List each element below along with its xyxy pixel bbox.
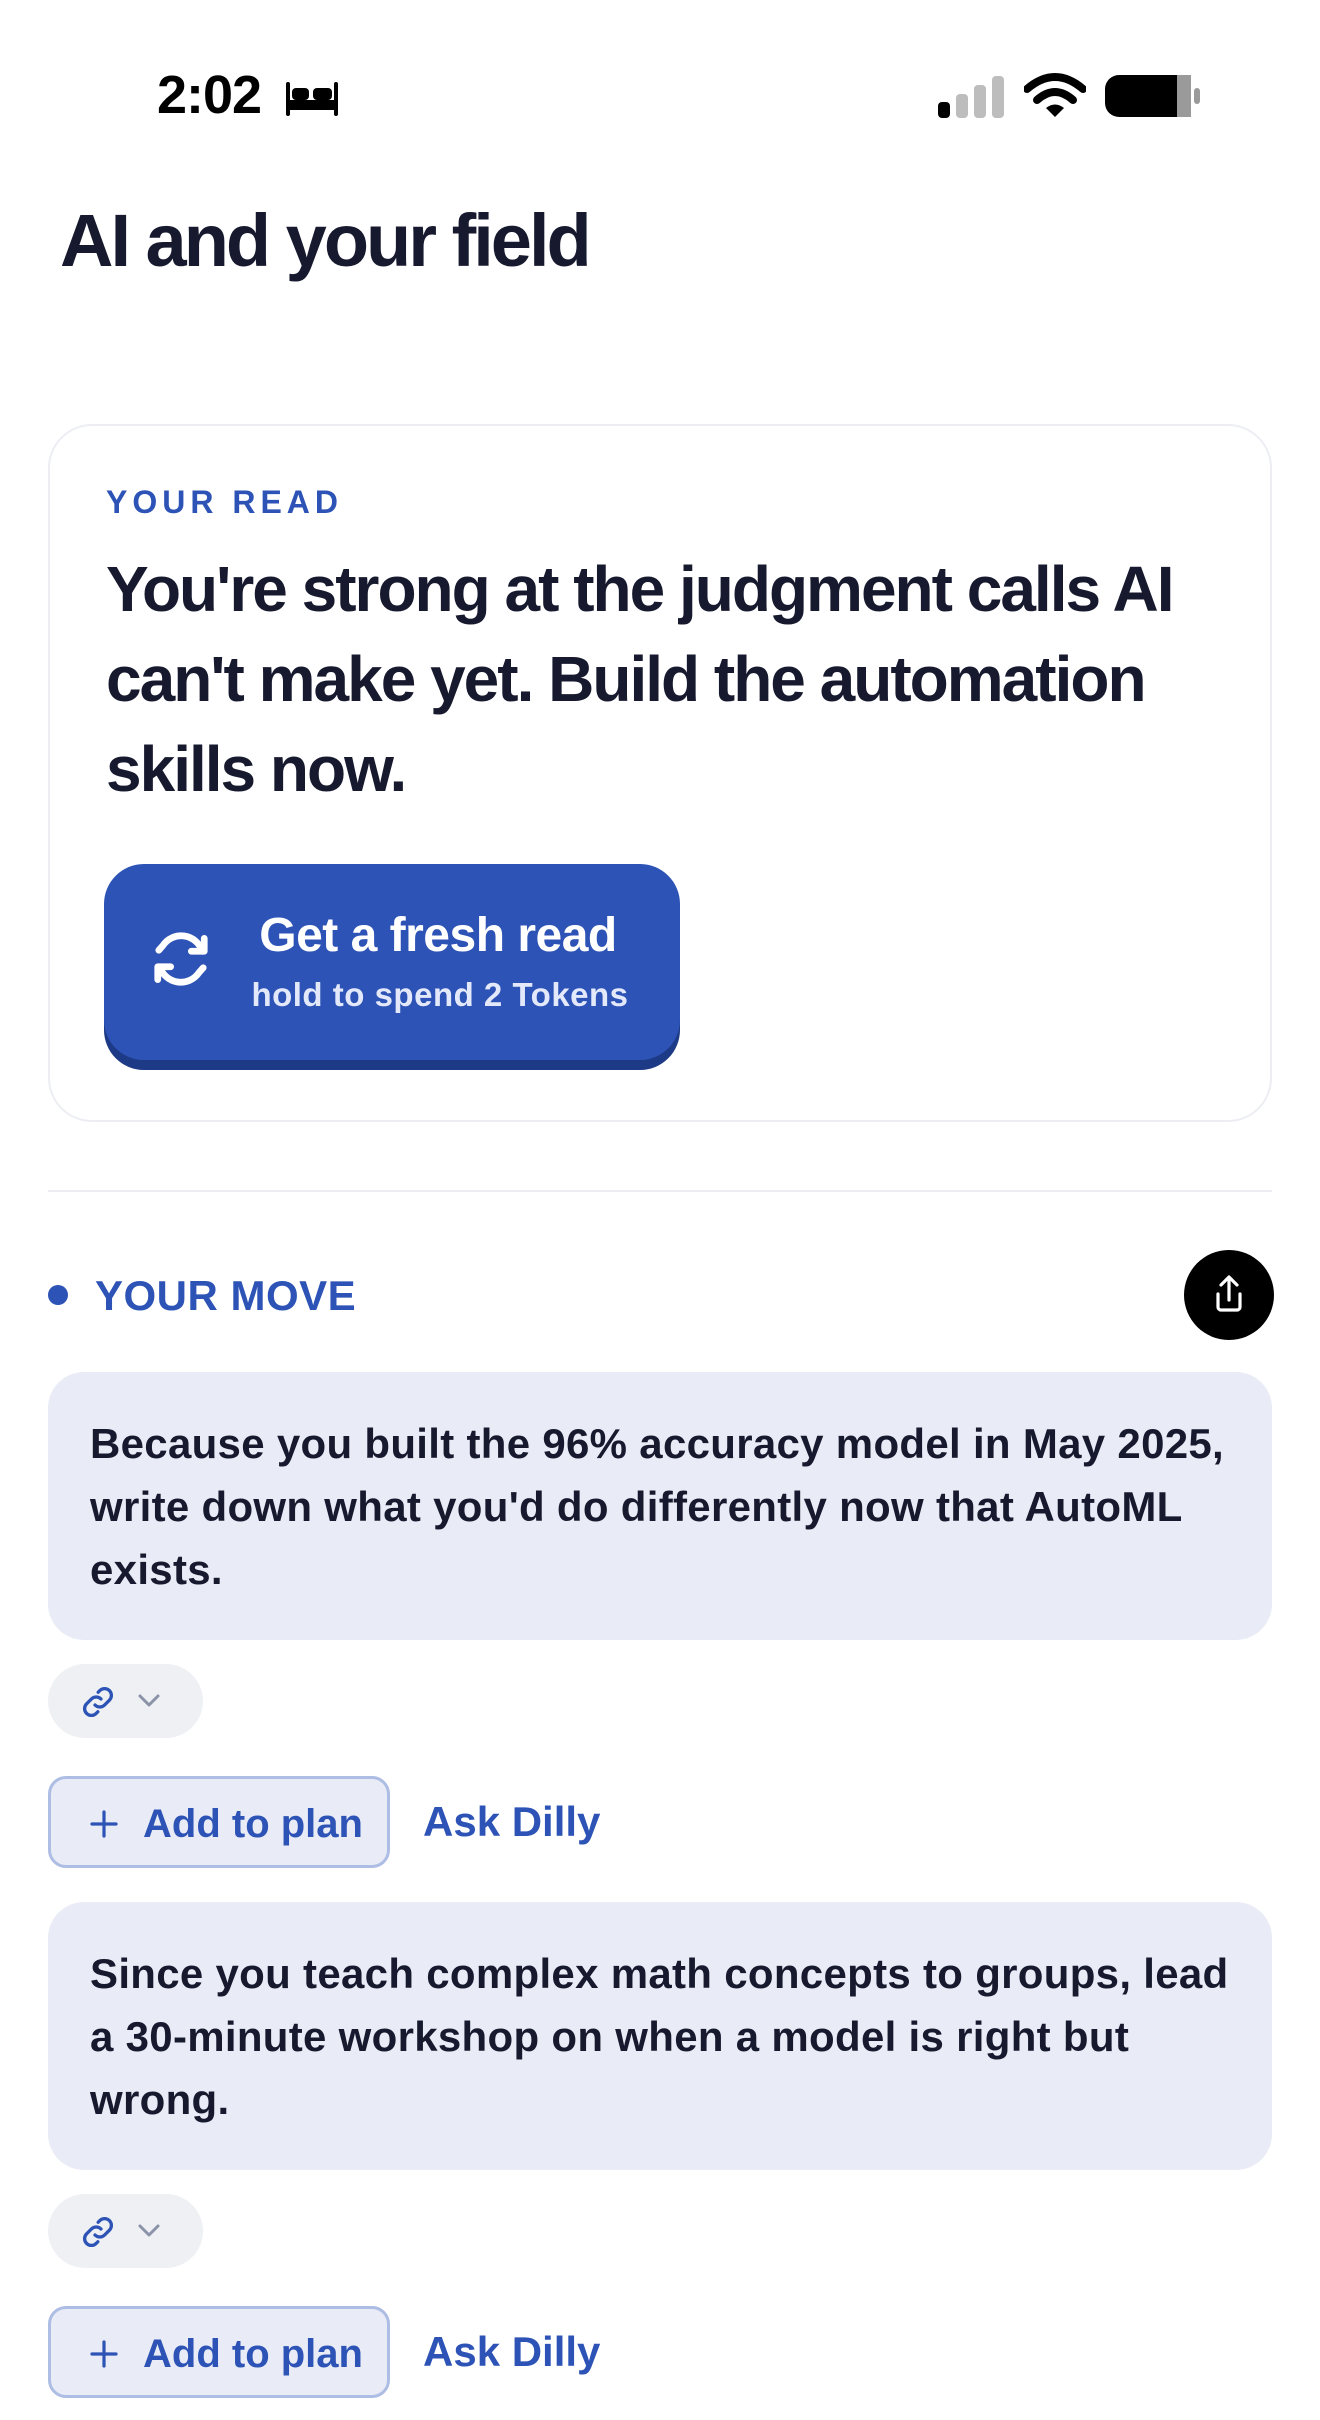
- bed-icon: [286, 82, 338, 116]
- link-toggle-button[interactable]: [48, 2194, 203, 2268]
- fresh-read-subtitle: hold to spend 2 Tokens: [251, 976, 629, 1013]
- ask-dilly-link[interactable]: Ask Dilly: [423, 2328, 600, 2376]
- page-title: AI and your field: [60, 199, 592, 282]
- ask-dilly-link[interactable]: Ask Dilly: [423, 1798, 600, 1846]
- share-button[interactable]: [1184, 1250, 1274, 1340]
- wifi-icon: [1024, 73, 1086, 117]
- your-move-label: YOUR MOVE: [95, 1272, 357, 1319]
- chevron-down-icon: [138, 2224, 160, 2237]
- fresh-read-title: Get a fresh read: [259, 909, 617, 962]
- section-divider: [48, 1190, 1272, 1192]
- plus-icon: [90, 1810, 118, 1838]
- add-to-plan-label: Add to plan: [143, 1802, 363, 1846]
- move-text: Because you built the 96% accuracy model…: [90, 1420, 1225, 1593]
- chevron-down-icon: [138, 1694, 160, 1707]
- get-fresh-read-button[interactable]: Get a fresh read hold to spend 2 Tokens: [104, 864, 680, 1060]
- move-text-box: Since you teach complex math concepts to…: [48, 1902, 1272, 2170]
- move-text: Since you teach complex math concepts to…: [90, 1950, 1229, 2123]
- refresh-icon: [154, 932, 208, 986]
- link-icon: [83, 1687, 113, 1717]
- add-to-plan-button[interactable]: Add to plan: [48, 2306, 390, 2398]
- plus-icon: [90, 2340, 118, 2368]
- add-to-plan-label: Add to plan: [143, 2332, 363, 2376]
- move-item: Because you built the 96% accuracy model…: [48, 1372, 1272, 1868]
- read-headline: You're strong at the judgment calls AI c…: [106, 553, 1174, 805]
- cellular-signal-icon: [938, 76, 1004, 118]
- move-bullet-dot: [48, 1285, 68, 1305]
- add-to-plan-button[interactable]: Add to plan: [48, 1776, 390, 1868]
- link-icon: [83, 2217, 113, 2247]
- link-toggle-button[interactable]: [48, 1664, 203, 1738]
- move-item: Since you teach complex math concepts to…: [48, 1902, 1272, 2398]
- status-time: 2:02: [157, 65, 262, 125]
- status-bar: 2:02: [0, 0, 1320, 200]
- share-icon: [1216, 1275, 1242, 1312]
- read-card: YOUR READ You're strong at the judgment …: [48, 424, 1272, 1122]
- read-eyebrow: YOUR READ: [106, 484, 344, 520]
- move-text-box: Because you built the 96% accuracy model…: [48, 1372, 1272, 1640]
- battery-icon: [1105, 75, 1200, 117]
